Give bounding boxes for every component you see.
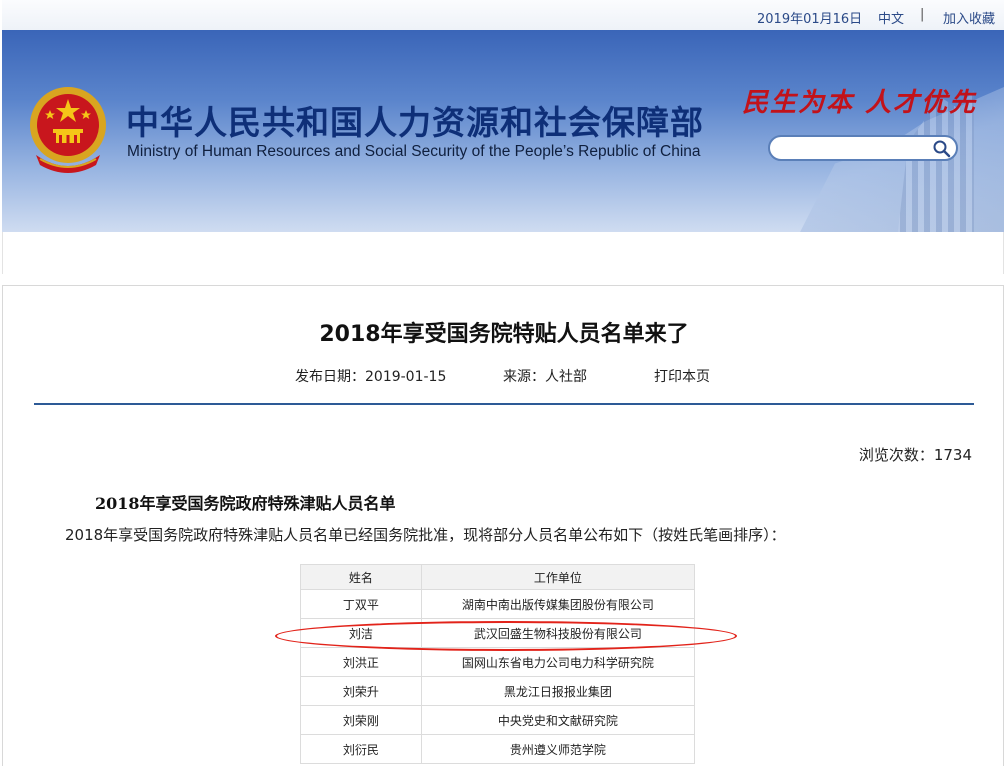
ministry-title-cn: 中华人民共和国人力资源和社会保障部 bbox=[126, 103, 704, 142]
top-bar-separator: | bbox=[920, 7, 925, 22]
publish-date: 发布日期：2019-01-15 bbox=[295, 369, 447, 385]
cell-unit: 黑龙江日报报业集团 bbox=[420, 676, 696, 706]
column-header-unit: 工作单位 bbox=[420, 564, 696, 590]
national-emblem-icon bbox=[30, 87, 106, 173]
cell-unit: 武汉回盛生物科技股份有限公司 bbox=[420, 618, 696, 648]
nav-placeholder-bar bbox=[2, 232, 1004, 274]
cell-name: 刘衍民 bbox=[300, 734, 422, 764]
cell-name: 刘荣升 bbox=[300, 676, 422, 706]
cell-name: 丁双平 bbox=[300, 589, 422, 619]
search-icon[interactable] bbox=[932, 139, 952, 159]
cell-name: 刘洁 bbox=[300, 618, 422, 648]
article-source: 来源：人社部 bbox=[503, 369, 587, 385]
current-date: 2019年01月16日 bbox=[757, 12, 863, 27]
table-header-row: 姓名 工作单位 bbox=[300, 564, 696, 590]
table-row: 刘洪正 国网山东省电力公司电力科学研究院 bbox=[300, 647, 696, 677]
table-row: 丁双平 湖南中南出版传媒集团股份有限公司 bbox=[300, 589, 696, 619]
cell-unit: 国网山东省电力公司电力科学研究院 bbox=[420, 647, 696, 677]
language-link[interactable]: 中文 bbox=[878, 8, 904, 27]
print-page-link[interactable]: 打印本页 bbox=[654, 366, 710, 386]
search-box[interactable] bbox=[768, 135, 958, 161]
section-heading: 2018年享受国务院政府特殊津贴人员名单 bbox=[95, 494, 396, 513]
slogan: 民生为本 人才优先 bbox=[742, 88, 978, 118]
title-divider bbox=[34, 403, 974, 405]
intro-paragraph: 2018年享受国务院政府特殊津贴人员名单已经国务院批准，现将部分人员名单公布如下… bbox=[65, 526, 786, 544]
table-row-highlighted: 刘洁 武汉回盛生物科技股份有限公司 bbox=[300, 618, 696, 648]
cell-name: 刘荣刚 bbox=[300, 705, 422, 735]
ministry-title-en: Ministry of Human Resources and Social S… bbox=[127, 143, 701, 160]
cell-name: 刘洪正 bbox=[300, 647, 422, 677]
table-row: 刘荣刚 中央党史和文献研究院 bbox=[300, 705, 696, 735]
top-bar: 2019年01月16日 中文 | 加入收藏 bbox=[2, 0, 1004, 31]
site-banner: 中华人民共和国人力资源和社会保障部 Ministry of Human Reso… bbox=[2, 30, 1004, 232]
column-header-name: 姓名 bbox=[300, 564, 422, 590]
add-favorite-link[interactable]: 加入收藏 bbox=[943, 8, 995, 27]
cell-unit: 湖南中南出版传媒集团股份有限公司 bbox=[420, 589, 696, 619]
view-count: 浏览次数：1734 bbox=[858, 446, 972, 464]
cell-unit: 中央党史和文献研究院 bbox=[420, 705, 696, 735]
article-panel: 2018年享受国务院特贴人员名单来了 发布日期：2019-01-15 来源：人社… bbox=[2, 285, 1004, 766]
table-row: 刘衍民 贵州遵义师范学院 bbox=[300, 734, 696, 764]
awardee-table: 姓名 工作单位 丁双平 湖南中南出版传媒集团股份有限公司 刘洁 武汉回盛生物科技… bbox=[300, 564, 696, 764]
table-row: 刘荣升 黑龙江日报报业集团 bbox=[300, 676, 696, 706]
cell-unit: 贵州遵义师范学院 bbox=[420, 734, 696, 764]
article-title: 2018年享受国务院特贴人员名单来了 bbox=[319, 322, 689, 347]
